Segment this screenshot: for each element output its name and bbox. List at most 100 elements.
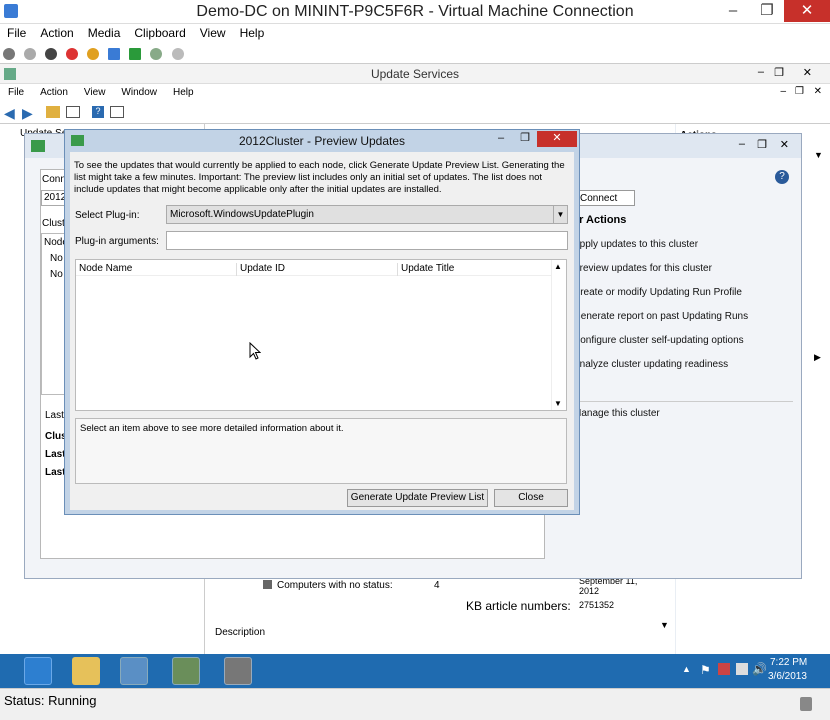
list-scrollbar[interactable]: ▲ ▼: [551, 260, 566, 410]
column-update-title[interactable]: Update Title: [401, 263, 454, 274]
vm-menu-help[interactable]: Help: [233, 24, 272, 42]
action-updating-run-profile[interactable]: Create or modify Updating Run Profile: [573, 287, 793, 311]
update-services-menu-bar: File Action View Window Help – ❐ ✕: [0, 84, 830, 102]
volume-icon[interactable]: 🔊: [752, 662, 767, 676]
action-preview-updates[interactable]: Preview updates for this cluster: [573, 263, 793, 287]
plugin-select-value: Microsoft.WindowsUpdatePlugin: [170, 209, 314, 220]
folder-icon[interactable]: [46, 106, 60, 118]
vm-menu-file[interactable]: File: [0, 24, 33, 42]
us-minimize-button[interactable]: –: [758, 66, 764, 78]
revert-icon[interactable]: [171, 48, 184, 60]
cau-connect-button[interactable]: Connect: [573, 190, 635, 206]
cluster-updating-taskbar-icon[interactable]: [224, 657, 252, 685]
save-state-icon[interactable]: [87, 48, 100, 60]
bg-status-swatch: [263, 580, 272, 589]
help-icon[interactable]: ?: [92, 106, 104, 118]
us-menu-view[interactable]: View: [76, 84, 114, 98]
chevron-down-icon[interactable]: ▼: [553, 206, 567, 223]
ctrl-alt-del-icon[interactable]: [3, 48, 15, 60]
action-configure-self-updating[interactable]: Configure cluster self-updating options: [573, 335, 793, 359]
column-node-name[interactable]: Node Name: [79, 263, 237, 276]
vm-minimize-button[interactable]: –: [716, 0, 750, 22]
action-generate-report[interactable]: Generate report on past Updating Runs: [573, 311, 793, 335]
bg-scroll-down-icon[interactable]: ▼: [660, 620, 669, 630]
tray-expand-icon[interactable]: ▲: [682, 664, 691, 674]
vm-menu-clipboard[interactable]: Clipboard: [127, 24, 192, 42]
vm-maximize-button[interactable]: ❐: [750, 0, 784, 22]
cau-minimize-button[interactable]: –: [739, 138, 745, 150]
vm-close-button[interactable]: ✕: [784, 0, 830, 22]
cau-maximize-button[interactable]: ❐: [757, 138, 767, 151]
server-manager-icon[interactable]: [24, 657, 52, 685]
preview-updates-dialog: 2012Cluster - Preview Updates – ❐ ✕ To s…: [64, 129, 580, 515]
action-pane-icon[interactable]: [110, 106, 124, 118]
back-arrow-icon[interactable]: ◀: [4, 105, 15, 122]
action-analyze-readiness[interactable]: Analyze cluster updating readiness: [573, 359, 793, 383]
plugin-label: Select Plug-in:: [75, 210, 140, 221]
column-update-id[interactable]: Update ID: [240, 263, 398, 276]
action-manage-cluster[interactable]: Manage this cluster: [565, 401, 793, 425]
us-child-close-button[interactable]: ✕: [814, 86, 822, 97]
bg-description: Description: [215, 627, 266, 638]
resume-icon[interactable]: [129, 48, 142, 60]
vm-menu-bar: File Action Media Clipboard View Help: [0, 24, 830, 44]
cau-last-tab[interactable]: Last: [45, 410, 64, 421]
flag-icon[interactable]: ⚑: [700, 663, 711, 677]
network-tray-icon[interactable]: [736, 663, 748, 675]
snapshot-icon[interactable]: [150, 48, 163, 60]
forward-arrow-icon[interactable]: ▶: [22, 105, 33, 122]
us-maximize-button[interactable]: ❐: [774, 66, 784, 79]
bg-status-label: Computers with no status:: [277, 580, 393, 591]
action-apply-updates[interactable]: Apply updates to this cluster: [573, 239, 793, 263]
us-menu-help[interactable]: Help: [165, 84, 202, 98]
cau-node-row[interactable]: No: [50, 269, 63, 280]
clock-time[interactable]: 7:22 PM: [770, 657, 807, 668]
file-explorer-icon[interactable]: [72, 657, 100, 685]
cau-last-row: Last: [45, 467, 66, 478]
right-scroll-arrow-icon[interactable]: ▼: [814, 150, 823, 160]
us-child-minimize-button[interactable]: –: [780, 86, 786, 97]
network-icon[interactable]: [120, 657, 148, 685]
bg-status-value: 4: [434, 580, 440, 591]
close-button[interactable]: Close: [494, 489, 568, 507]
dialog-minimize-button[interactable]: –: [489, 131, 513, 147]
right-expand-arrow-icon[interactable]: ▶: [814, 352, 821, 363]
tray-tool-icon[interactable]: [718, 663, 730, 675]
start-icon[interactable]: [24, 48, 37, 60]
vm-menu-action[interactable]: Action: [33, 24, 80, 42]
plugin-arguments-input[interactable]: [166, 231, 568, 250]
turn-off-icon[interactable]: [45, 48, 58, 60]
us-menu-file[interactable]: File: [0, 84, 32, 98]
vm-menu-view[interactable]: View: [193, 24, 233, 42]
scroll-up-icon[interactable]: ▲: [554, 262, 562, 271]
cau-connect-label: Conn: [42, 174, 66, 185]
status-lock-icon: [800, 697, 812, 711]
cau-node-row[interactable]: No: [50, 253, 63, 264]
bg-date: September 11, 2012: [579, 576, 638, 596]
scroll-down-icon[interactable]: ▼: [554, 399, 562, 408]
cau-help-icon[interactable]: ?: [775, 170, 789, 184]
dialog-maximize-button[interactable]: ❐: [513, 131, 537, 147]
shutdown-icon[interactable]: [66, 48, 79, 60]
dialog-client-area: To see the updates that would currently …: [70, 152, 574, 510]
dialog-close-button[interactable]: ✕: [537, 131, 577, 147]
console-tree-icon[interactable]: [66, 106, 80, 118]
vm-status-text: Status: Running: [4, 693, 97, 708]
generate-preview-button[interactable]: Generate Update Preview List: [347, 489, 488, 507]
update-services-taskbar-icon[interactable]: [172, 657, 200, 685]
cau-actions-list: er Actions Apply updates to this cluster…: [565, 214, 793, 425]
pause-icon[interactable]: [108, 48, 121, 60]
us-menu-window[interactable]: Window: [113, 84, 165, 98]
dialog-description: To see the updates that would currently …: [74, 160, 565, 195]
us-menu-action[interactable]: Action: [32, 84, 76, 98]
us-close-button[interactable]: ✕: [803, 66, 812, 79]
cau-close-button[interactable]: ✕: [780, 138, 789, 151]
bg-kb-value: 2751352: [579, 600, 615, 610]
detail-text: Select an item above to see more detaile…: [80, 423, 344, 434]
plugin-select[interactable]: Microsoft.WindowsUpdatePlugin ▼: [166, 205, 568, 224]
cau-cluster-label: Clust: [42, 218, 65, 229]
us-child-restore-button[interactable]: ❐: [795, 86, 804, 97]
dialog-title-bar: 2012Cluster - Preview Updates – ❐ ✕: [65, 130, 579, 152]
clock-date[interactable]: 3/6/2013: [768, 671, 807, 682]
vm-menu-media[interactable]: Media: [81, 24, 128, 42]
